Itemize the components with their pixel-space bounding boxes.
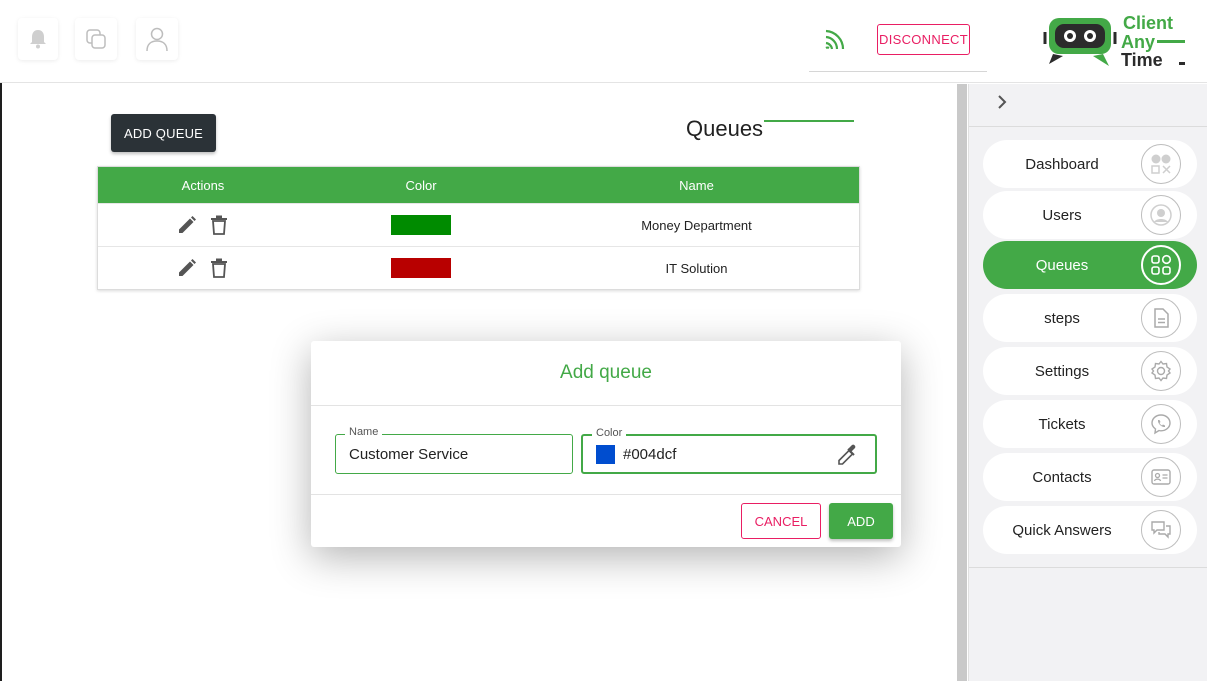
- add-queue-dialog: Add queue Name Color #004dcf CANCEL ADD: [311, 341, 901, 547]
- svg-text:Any: Any: [1121, 32, 1155, 52]
- sidebar-item-label: Settings: [1034, 362, 1090, 380]
- title-underline: [764, 120, 854, 122]
- sidebar-item-label: Queues: [1035, 256, 1089, 274]
- sidebar-item-label: steps: [1044, 309, 1080, 327]
- gear-icon: [1141, 351, 1181, 391]
- color-field[interactable]: Color #004dcf: [581, 427, 877, 474]
- dialog-title: Add queue: [311, 341, 901, 406]
- sidebar-item-users[interactable]: Users: [983, 191, 1197, 239]
- sidebar-item-label: Quick Answers: [1012, 521, 1112, 539]
- color-swatch: [391, 258, 451, 278]
- eyedropper-icon[interactable]: [837, 444, 859, 471]
- name-field[interactable]: Name: [335, 426, 573, 474]
- color-value: #004dcf: [623, 446, 677, 463]
- svg-text:Time: Time: [1121, 50, 1163, 70]
- color-swatch: [391, 215, 451, 235]
- dashboard-icon: [1141, 144, 1181, 184]
- sidebar-item-label: Tickets: [1038, 415, 1086, 433]
- row-actions: [98, 214, 308, 236]
- selected-color-chip[interactable]: [596, 445, 615, 464]
- sidebar-item-steps[interactable]: steps: [983, 294, 1197, 342]
- user-icon: [1141, 195, 1181, 235]
- sidebar: Dashboard Users Queues steps Settings Ti…: [968, 84, 1207, 681]
- sidebar-divider: [969, 126, 1207, 127]
- color-field-label: Color: [592, 427, 627, 439]
- sidebar-item-tickets[interactable]: Tickets: [983, 400, 1197, 448]
- sidebar-item-quick-answers[interactable]: Quick Answers: [983, 506, 1197, 554]
- sidebar-item-label: Contacts: [1032, 468, 1092, 486]
- table-row: IT Solution: [98, 246, 859, 289]
- sidebar-item-label: Dashboard: [1025, 155, 1099, 173]
- left-border: [0, 83, 2, 681]
- bell-icon: [30, 30, 46, 49]
- sidebar-item-settings[interactable]: Settings: [983, 347, 1197, 395]
- header-color: Color: [405, 177, 437, 193]
- delete-icon[interactable]: [208, 257, 230, 279]
- add-button[interactable]: ADD: [829, 503, 893, 539]
- header-name: Name: [679, 177, 714, 193]
- sidebar-item-label: Users: [1042, 206, 1082, 224]
- svg-text:Client: Client: [1123, 13, 1173, 33]
- chevron-right-icon: [998, 95, 1007, 109]
- edit-icon[interactable]: [176, 257, 198, 279]
- copy-button[interactable]: [75, 18, 117, 60]
- client-any-time-logo: Client Any Time: [1043, 10, 1193, 70]
- connection-status: DISCONNECT: [809, 0, 987, 72]
- top-bar: DISCONNECT Client Any Time: [0, 0, 1207, 83]
- chat-icon: [1141, 510, 1181, 550]
- row-name: IT Solution: [665, 260, 728, 276]
- sidebar-toggle[interactable]: [995, 92, 1009, 117]
- scrollbar[interactable]: [957, 84, 967, 681]
- disconnect-button[interactable]: DISCONNECT: [877, 24, 970, 55]
- table-header: Actions Color Name: [98, 167, 859, 203]
- connection-signal-icon: [825, 29, 845, 50]
- document-icon: [1141, 298, 1181, 338]
- table-row: Money Department: [98, 203, 859, 246]
- contact-card-icon: [1141, 457, 1181, 497]
- cancel-button[interactable]: CANCEL: [741, 503, 821, 539]
- queues-table: Actions Color Name Money Department IT S…: [97, 166, 860, 290]
- ticket-icon: [1141, 404, 1181, 444]
- edit-icon[interactable]: [176, 214, 198, 236]
- queues-icon: [1141, 245, 1181, 285]
- sidebar-item-dashboard[interactable]: Dashboard: [983, 140, 1197, 188]
- header-actions: Actions: [181, 177, 225, 193]
- add-queue-button[interactable]: ADD QUEUE: [111, 114, 216, 152]
- sidebar-divider: [969, 567, 1207, 568]
- user-icon: [146, 27, 168, 52]
- name-field-label: Name: [345, 426, 383, 438]
- delete-icon[interactable]: [208, 214, 230, 236]
- row-actions: [98, 257, 308, 279]
- row-color: [308, 258, 534, 278]
- row-name: Money Department: [641, 217, 752, 233]
- page-title: Queues: [686, 116, 764, 141]
- sidebar-item-contacts[interactable]: Contacts: [983, 453, 1197, 501]
- copy-icon: [86, 29, 106, 49]
- dialog-footer-divider: [311, 494, 901, 495]
- row-color: [308, 215, 534, 235]
- notifications-button[interactable]: [18, 18, 58, 60]
- profile-button[interactable]: [136, 18, 178, 60]
- name-input[interactable]: [349, 446, 549, 463]
- sidebar-item-queues[interactable]: Queues: [983, 241, 1197, 289]
